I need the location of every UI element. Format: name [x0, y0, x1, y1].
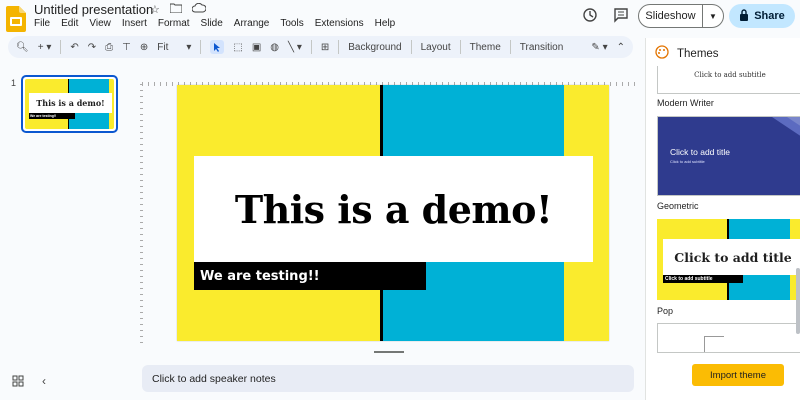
- slideshow-button[interactable]: Slideshow ▼: [638, 4, 724, 28]
- speaker-notes-placeholder[interactable]: Click to add speaker notes: [152, 373, 276, 385]
- divider: [60, 40, 62, 54]
- zoom-value: Fit: [157, 41, 169, 53]
- theme-card-pop[interactable]: Click to add title Click to add subtitle: [657, 219, 800, 300]
- import-theme-button[interactable]: Import theme: [692, 364, 784, 386]
- version-history-icon[interactable]: [581, 6, 599, 24]
- document-title[interactable]: Untitled presentation: [34, 2, 153, 17]
- move-folder-icon[interactable]: [169, 3, 183, 16]
- divider: [310, 40, 312, 54]
- divider: [338, 40, 340, 54]
- notes-resize-handle[interactable]: [374, 351, 404, 353]
- new-slide-icon[interactable]: + ▾: [38, 42, 52, 53]
- theme-preview-subtitle: Click to add subtitle: [694, 71, 766, 79]
- theme-preview-subtitle: Click to add subtitle: [670, 159, 705, 164]
- slide-number: 1: [11, 78, 17, 88]
- chevron-down-icon[interactable]: ▼: [703, 12, 723, 21]
- themes-header: Themes: [655, 45, 719, 62]
- redo-icon[interactable]: ↷: [88, 42, 96, 53]
- line-icon[interactable]: ╲ ▾: [288, 42, 302, 53]
- thumbnail-title: This is a demo!: [36, 98, 105, 108]
- theme-preview-title: Click to add title: [670, 147, 730, 157]
- slide-canvas[interactable]: This is a demo! We are testing!!: [177, 85, 609, 341]
- theme-button[interactable]: Theme: [470, 42, 501, 53]
- themes-scrollbar[interactable]: [796, 268, 800, 334]
- theme-name: Modern Writer: [657, 98, 714, 108]
- pen-icon[interactable]: ✎ ▾: [591, 42, 607, 53]
- theme-preview-title: Click to add title: [674, 249, 792, 265]
- comment-add-icon[interactable]: ⊞: [321, 42, 329, 53]
- menu-view[interactable]: View: [89, 18, 111, 29]
- toolbar: 🔍︎ + ▾ ↶ ↷ ⎙ ⊤ ⊕ Fit ▾ ⬚ ▣ ◍ ╲ ▾ ⊞ Backgr…: [8, 36, 633, 58]
- menu-insert[interactable]: Insert: [122, 18, 147, 29]
- theme-card-geometric[interactable]: Click to add title Click to add subtitle: [657, 116, 800, 196]
- theme-name: Geometric: [657, 201, 699, 211]
- menu-edit[interactable]: Edit: [61, 18, 78, 29]
- menu-help[interactable]: Help: [375, 18, 396, 29]
- themes-title: Themes: [677, 47, 719, 60]
- undo-icon[interactable]: ↶: [70, 42, 78, 53]
- divider: [200, 40, 202, 54]
- slide-title[interactable]: This is a demo!: [235, 187, 553, 232]
- lock-icon: [739, 8, 749, 24]
- print-icon[interactable]: ⎙: [105, 42, 113, 53]
- collapse-filmstrip-icon[interactable]: ‹: [42, 374, 46, 388]
- zoom-icon[interactable]: ⊕: [140, 42, 148, 53]
- slide-subtitle[interactable]: We are testing!!: [200, 269, 320, 284]
- slide-subtitle-box[interactable]: We are testing!!: [194, 262, 426, 290]
- thumbnail-canvas: This is a demo! We are testing!!: [25, 79, 114, 129]
- background-button[interactable]: Background: [348, 42, 401, 53]
- image-icon[interactable]: ▣: [252, 42, 261, 53]
- comments-icon[interactable]: [612, 6, 630, 24]
- slideshow-label[interactable]: Slideshow: [639, 5, 703, 27]
- star-icon[interactable]: ☆: [150, 3, 160, 16]
- search-menus-icon[interactable]: 🔍︎: [16, 42, 29, 53]
- speaker-notes[interactable]: Click to add speaker notes: [142, 365, 634, 392]
- menu-arrange[interactable]: Arrange: [234, 18, 270, 29]
- grid-view-icon[interactable]: [12, 375, 24, 387]
- chevron-down-icon: ▾: [186, 41, 192, 53]
- zoom-select[interactable]: Fit ▾: [157, 42, 191, 53]
- menu-extensions[interactable]: Extensions: [315, 18, 364, 29]
- layout-button[interactable]: Layout: [421, 42, 451, 53]
- themes-panel: Themes Click to add subtitle Modern Writ…: [645, 38, 800, 400]
- menu-file[interactable]: File: [34, 18, 50, 29]
- horizontal-ruler[interactable]: [142, 75, 639, 86]
- divider: [509, 40, 511, 54]
- menu-bar: File Edit View Insert Format Slide Arran…: [34, 18, 395, 29]
- menu-tools[interactable]: Tools: [280, 18, 303, 29]
- slide-title-box[interactable]: This is a demo!: [194, 156, 593, 262]
- menu-format[interactable]: Format: [158, 18, 190, 29]
- divider: [459, 40, 461, 54]
- divider: [410, 40, 412, 54]
- theme-preview-subtitle: Click to add subtitle: [665, 276, 713, 282]
- transition-button[interactable]: Transition: [520, 42, 564, 53]
- theme-card-next[interactable]: [657, 323, 800, 353]
- menu-slide[interactable]: Slide: [201, 18, 223, 29]
- vertical-ruler[interactable]: [140, 84, 143, 344]
- slides-logo-icon[interactable]: [6, 6, 26, 32]
- chevron-up-icon[interactable]: ⌃: [617, 42, 625, 53]
- thumbnail-subtitle: We are testing!!: [30, 114, 57, 118]
- palette-icon: [655, 45, 669, 62]
- shape-icon[interactable]: ◍: [270, 42, 279, 53]
- theme-name: Pop: [657, 306, 674, 316]
- select-cursor-icon[interactable]: [210, 40, 225, 54]
- theme-card-modern-writer[interactable]: Click to add subtitle: [657, 66, 800, 94]
- select-frame-icon[interactable]: ⬚: [233, 42, 242, 53]
- slide-thumbnail[interactable]: This is a demo! We are testing!!: [21, 75, 118, 133]
- share-label: Share: [754, 10, 785, 22]
- paint-format-icon[interactable]: ⊤: [122, 42, 131, 53]
- cloud-status-icon[interactable]: [191, 2, 207, 16]
- share-button[interactable]: Share: [729, 4, 795, 28]
